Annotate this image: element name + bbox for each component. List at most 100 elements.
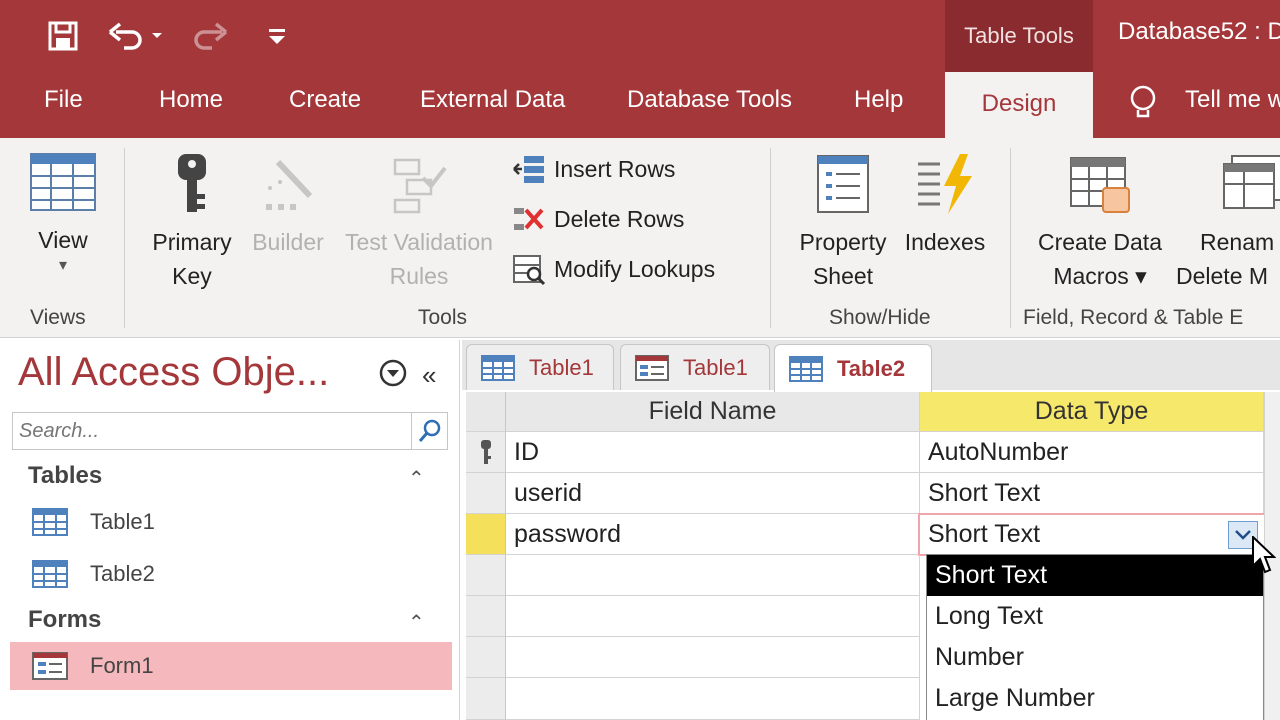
key-icon <box>178 154 206 212</box>
column-header-field-name[interactable]: Field Name <box>506 392 920 432</box>
ribbon: View ▾ Primary Key Builder Test Validati… <box>0 138 1280 338</box>
field-name-cell[interactable]: userid <box>506 473 920 514</box>
view-button[interactable]: View ▾ <box>20 152 106 275</box>
nav-item-form1[interactable]: Form1 <box>10 642 452 690</box>
test-validation-rules-button[interactable]: Test Validation Rules <box>336 152 502 293</box>
title-bar: Table Tools Database52 : D <box>0 0 1280 72</box>
group-label-field-record-table: Field, Record & Table E <box>1023 306 1244 329</box>
doc-tab-table2[interactable]: Table2 <box>774 344 932 392</box>
data-type-value: Short Text <box>928 520 1041 548</box>
indexes-lightning-icon <box>918 154 972 214</box>
rename-macro-icon <box>1223 155 1280 209</box>
lightbulb-icon[interactable] <box>1128 84 1158 124</box>
dropdown-option-large-number[interactable]: Large Number <box>927 678 1263 719</box>
data-type-dropdown-list: Short Text Long Text Number Large Number <box>926 554 1264 720</box>
navigation-pane: All Access Obje... « Tables ⌃ Table1 Tab… <box>0 340 460 720</box>
table-icon <box>481 354 515 381</box>
form-icon <box>635 354 669 381</box>
ribbon-separator <box>1010 148 1011 328</box>
data-type-cell[interactable]: AutoNumber <box>920 432 1264 473</box>
row-selector[interactable] <box>466 637 506 678</box>
context-tab-table-tools: Table Tools <box>945 0 1093 72</box>
nav-pane-title[interactable]: All Access Obje... <box>18 350 329 395</box>
group-label-tools: Tools <box>418 306 468 329</box>
tell-me-search[interactable]: Tell me w <box>1185 86 1280 126</box>
insert-rows-button[interactable]: Insert Rows <box>512 152 675 186</box>
row-selector[interactable] <box>466 678 506 720</box>
group-label-show-hide: Show/Hide <box>829 306 931 329</box>
undo-icon[interactable] <box>104 14 164 58</box>
document-tab-bar: Table1 Table1 Table2 <box>462 340 1280 392</box>
table-icon <box>789 355 823 382</box>
data-type-combo[interactable]: Short Text <box>918 513 1266 556</box>
chevron-down-icon <box>1235 530 1251 540</box>
document-title: Database52 : D <box>1118 18 1280 45</box>
tab-design[interactable]: Design <box>945 72 1093 138</box>
section-collapse-icon[interactable]: ⌃ <box>408 610 425 635</box>
datasheet-view-icon <box>30 153 96 211</box>
empty-cell[interactable] <box>506 596 920 637</box>
dropdown-option-long-text[interactable]: Long Text <box>927 596 1263 637</box>
nav-menu-dropdown-icon[interactable] <box>378 358 408 393</box>
nav-section-forms[interactable]: Forms <box>28 606 101 634</box>
modify-lookups-button[interactable]: Modify Lookups <box>512 252 715 286</box>
insert-rows-icon <box>513 156 544 183</box>
nav-search-box <box>12 412 448 450</box>
empty-cell[interactable] <box>506 637 920 678</box>
row-selector-current[interactable] <box>466 514 506 555</box>
tab-home[interactable]: Home <box>159 86 223 126</box>
delete-rows-icon <box>514 208 544 230</box>
indexes-button[interactable]: Indexes <box>898 152 992 259</box>
mouse-cursor-icon <box>1252 534 1277 581</box>
delete-rows-button[interactable]: Delete Rows <box>512 202 684 236</box>
tab-help[interactable]: Help <box>854 86 903 126</box>
search-input[interactable] <box>13 413 411 449</box>
save-icon[interactable] <box>42 14 84 58</box>
data-macros-icon <box>1070 157 1130 213</box>
ribbon-separator <box>124 148 125 328</box>
ribbon-tab-row: File Home Create External Data Database … <box>0 72 1280 138</box>
tab-file[interactable]: File <box>44 86 83 126</box>
nav-item-table2[interactable]: Table2 <box>10 550 452 598</box>
create-data-macros-button[interactable]: Create Data Macros ▾ <box>1028 152 1172 293</box>
row-selector[interactable] <box>466 555 506 596</box>
row-selector[interactable] <box>466 473 506 514</box>
nav-item-table1[interactable]: Table1 <box>10 498 452 546</box>
primary-key-button[interactable]: Primary Key <box>144 152 240 293</box>
magic-wand-icon <box>266 159 313 210</box>
select-all-corner[interactable] <box>466 392 506 432</box>
empty-cell[interactable] <box>506 678 920 720</box>
row-selector[interactable] <box>466 596 506 637</box>
redo-icon[interactable] <box>180 14 240 58</box>
tab-create[interactable]: Create <box>289 86 361 126</box>
field-name-cell[interactable]: ID <box>506 432 920 473</box>
customize-quick-access-icon[interactable] <box>262 14 292 58</box>
builder-button[interactable]: Builder <box>244 152 332 259</box>
property-sheet-button[interactable]: Property Sheet <box>788 152 898 293</box>
nav-section-tables[interactable]: Tables <box>28 462 102 490</box>
primary-key-icon <box>480 440 491 464</box>
doc-tab-table1-form[interactable]: Table1 <box>620 344 770 390</box>
tab-external-data[interactable]: External Data <box>420 86 565 126</box>
dropdown-option-number[interactable]: Number <box>927 637 1263 678</box>
validation-icon <box>393 158 447 214</box>
table-icon <box>32 508 68 536</box>
column-header-data-type[interactable]: Data Type <box>920 392 1264 432</box>
tab-database-tools[interactable]: Database Tools <box>627 86 792 126</box>
rename-delete-macro-button[interactable]: Renam Delete M <box>1176 152 1280 293</box>
property-sheet-icon <box>817 155 869 213</box>
row-selector[interactable] <box>466 432 506 473</box>
search-icon[interactable] <box>411 413 447 449</box>
form-icon <box>32 652 68 680</box>
table-icon <box>32 560 68 588</box>
data-type-cell[interactable]: Short Text <box>920 473 1264 514</box>
modify-lookups-icon <box>513 255 546 286</box>
ribbon-separator <box>770 148 771 328</box>
group-label-views: Views <box>30 306 86 329</box>
empty-cell[interactable] <box>506 555 920 596</box>
field-name-cell[interactable]: password <box>506 514 920 555</box>
collapse-pane-icon[interactable]: « <box>422 360 436 391</box>
dropdown-option-short-text[interactable]: Short Text <box>927 555 1263 596</box>
doc-tab-table1[interactable]: Table1 <box>466 344 614 390</box>
section-collapse-icon[interactable]: ⌃ <box>408 466 425 491</box>
